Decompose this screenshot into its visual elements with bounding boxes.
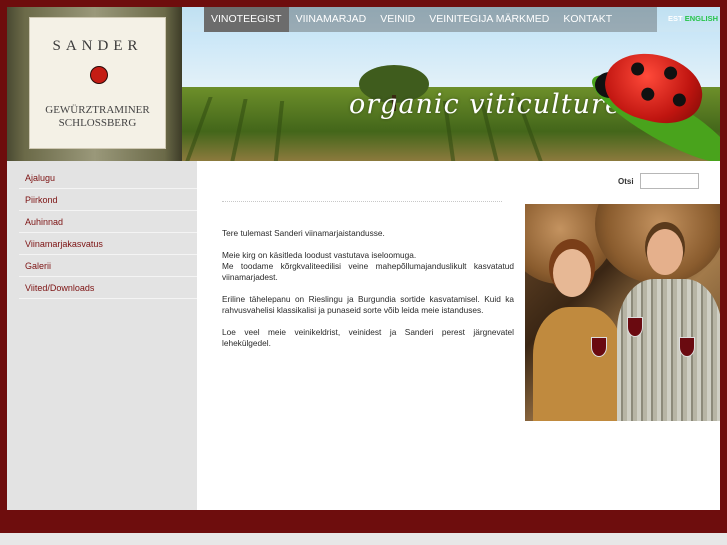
sidebar-item-viinamarjakasvatus[interactable]: Viinamarjakasvatus [19,233,197,255]
sidebar-item-ajalugu[interactable]: Ajalugu [19,167,197,189]
bottle-producer: SANDER [52,38,143,54]
ladybug-logo-icon [90,66,108,84]
slogan: organic viticulture [349,89,622,120]
bottle-variety: GEWÜRZTRAMINER [45,104,150,116]
top-nav: VINOTEEGIST VIINAMARJAD VEINID VEINITEGI… [204,7,720,32]
family-photo [525,204,720,421]
varieties-paragraph: Eriline tähelepanu on Rieslingu ja Burgu… [222,294,514,315]
lang-est-link[interactable]: EST [668,14,683,23]
nav-item-vinoteegist[interactable]: VINOTEEGIST [204,7,289,32]
mission-paragraph: Meie kirg on käsitleda loodust vastutava… [222,250,514,283]
sidebar-item-auhinnad[interactable]: Auhinnad [19,211,197,233]
nav-item-kontakt[interactable]: KONTAKT [556,7,619,32]
welcome-paragraph: Tere tulemast Sanderi viinamarjaistandus… [222,228,385,238]
search-input[interactable] [640,173,699,189]
mission-line-1: Meie kirg on käsitleda loodust vastutava… [222,250,417,260]
welcome-text: Tere tulemast Sanderi viinamarjaistandus… [222,228,514,360]
language-switcher: EST ENGLISH [668,14,718,23]
sidebar: Ajalugu Piirkond Auhinnad Viinamarjakasv… [7,161,197,510]
sidebar-item-viited-downloads[interactable]: Viited/Downloads [19,277,197,299]
sidebar-item-piirkond[interactable]: Piirkond [19,189,197,211]
bottle-vineyard: SCHLOSSBERG [58,117,137,129]
mission-line-2: Me toodame kõrgkvaliteedilisi veine mahe… [222,261,514,282]
lang-eng-link[interactable]: ENGLISH [685,14,718,23]
main-content: Otsi Tere tulemast Sanderi viinamarjaist… [197,161,720,510]
sidebar-item-galerii[interactable]: Galerii [19,255,197,277]
bottle-label: SANDER GEWÜRZTRAMINER SCHLOSSBERG [29,17,166,149]
woman-figure [533,249,623,421]
bottle-variety-text: GEWÜRZTRAMINER SCHLOSSBERG [30,104,165,130]
dotted-divider [222,201,502,202]
nav-item-veinitegija-markmed[interactable]: VEINITEGIJA MÄRKMED [422,7,556,32]
wine-bottle-image: SANDER GEWÜRZTRAMINER SCHLOSSBERG [7,7,182,161]
nav-item-viinamarjad[interactable]: VIINAMARJAD [289,7,374,32]
search-label: Otsi [618,177,634,186]
page-footer-strip [0,533,727,545]
nav-item-veinid[interactable]: VEINID [373,7,422,32]
read-more-paragraph: Loe veel meie veinikeldrist, veinidest j… [222,327,514,348]
man-figure [617,229,720,421]
